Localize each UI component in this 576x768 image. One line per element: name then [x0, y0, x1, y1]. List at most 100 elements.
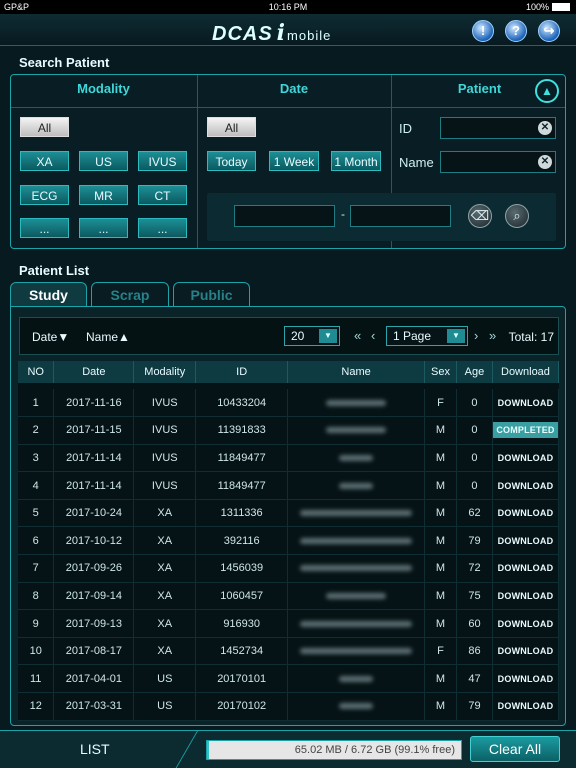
- download-button[interactable]: DOWNLOAD: [498, 591, 554, 601]
- tab-study[interactable]: Study: [10, 282, 87, 307]
- tab-public[interactable]: Public: [173, 282, 250, 307]
- list-toolbar: Date▼ Name▲ 20 ▼ « ‹ 1 Page ▼ › » Total: 1…: [19, 317, 559, 355]
- last-page-icon[interactable]: »: [489, 328, 496, 343]
- eraser-icon[interactable]: ⌫: [468, 204, 492, 228]
- download-button[interactable]: DOWNLOAD: [498, 508, 554, 518]
- column-header-modality[interactable]: Modality: [133, 361, 197, 383]
- redacted-name: [339, 454, 374, 461]
- date-today-button[interactable]: Today: [207, 151, 256, 171]
- download-button[interactable]: DOWNLOAD: [498, 646, 554, 656]
- modality-more-button[interactable]: ...: [138, 218, 187, 238]
- clear-id-icon[interactable]: ✕: [538, 121, 552, 135]
- date-1month-button[interactable]: 1 Month: [331, 151, 381, 171]
- logout-icon[interactable]: ↪: [538, 20, 560, 42]
- table-row[interactable]: 11 2017-04-01 US 20170101 M 47 DOWNLOAD: [18, 664, 560, 694]
- table-row[interactable]: 10 2017-08-17 XA 1452734 F 86 DOWNLOAD: [18, 637, 560, 666]
- redacted-name: [300, 510, 413, 517]
- modality-ct-button[interactable]: CT: [138, 185, 187, 205]
- collapse-up-icon[interactable]: ▲: [535, 79, 559, 103]
- download-button[interactable]: DOWNLOAD: [498, 563, 554, 573]
- modality-more-button[interactable]: ...: [20, 218, 69, 238]
- modality-us-button[interactable]: US: [79, 151, 128, 171]
- download-button[interactable]: DOWNLOAD: [498, 536, 554, 546]
- dcas-logo: DCAS imobile: [212, 20, 332, 46]
- column-header-date[interactable]: Date: [53, 361, 135, 383]
- download-button[interactable]: DOWNLOAD: [498, 674, 554, 684]
- modality-all-button[interactable]: All: [20, 117, 69, 137]
- sort-date-button[interactable]: Date▼: [32, 330, 69, 344]
- column-header-id[interactable]: ID: [195, 361, 289, 383]
- download-button[interactable]: DOWNLOAD: [498, 619, 554, 629]
- redacted-name: [300, 648, 413, 655]
- first-page-icon[interactable]: «: [354, 328, 361, 343]
- download-button[interactable]: DOWNLOAD: [498, 453, 554, 463]
- search-icon[interactable]: ⌕: [505, 204, 529, 228]
- download-button[interactable]: DOWNLOAD: [498, 398, 554, 408]
- date-all-button[interactable]: All: [207, 117, 256, 137]
- help-icon[interactable]: ?: [505, 20, 527, 42]
- clear-name-icon[interactable]: ✕: [538, 155, 552, 169]
- name-field[interactable]: ✕: [440, 151, 556, 173]
- table-row[interactable]: 5 2017-10-24 XA 1311336 M 62 DOWNLOAD: [18, 499, 560, 528]
- next-page-icon[interactable]: ›: [474, 328, 478, 343]
- alert-icon[interactable]: !: [472, 20, 494, 42]
- column-header-sex[interactable]: Sex: [424, 361, 457, 383]
- storage-progress: 65.02 MB / 6.72 GB (99.1% free): [206, 740, 462, 760]
- modality-xa-button[interactable]: XA: [20, 151, 69, 171]
- search-patient-title: Search Patient: [19, 55, 110, 70]
- modality-ecg-button[interactable]: ECG: [20, 185, 69, 205]
- list-label: LIST: [80, 741, 110, 757]
- prev-page-icon[interactable]: ‹: [371, 328, 375, 343]
- page-select[interactable]: 1 Page ▼: [386, 326, 468, 346]
- column-header-download[interactable]: Download: [492, 361, 560, 383]
- modality-header: Modality: [77, 81, 130, 96]
- table-row[interactable]: 9 2017-09-13 XA 916930 M 60 DOWNLOAD: [18, 609, 560, 638]
- id-field[interactable]: ✕: [440, 117, 556, 139]
- table-row[interactable]: 6 2017-10-12 XA 392116 M 79 DOWNLOAD: [18, 526, 560, 556]
- cell-date: 2017-11-15: [53, 416, 135, 445]
- cell-name: [287, 637, 426, 666]
- cell-no: 6: [18, 526, 55, 556]
- download-button[interactable]: DOWNLOAD: [498, 481, 554, 491]
- cell-id: 1456039: [195, 554, 289, 583]
- date-from-field[interactable]: [234, 205, 335, 227]
- modality-more-button[interactable]: ...: [79, 218, 128, 238]
- column-header-age[interactable]: Age: [456, 361, 493, 383]
- redacted-name: [339, 482, 374, 489]
- tab-scrap[interactable]: Scrap: [91, 282, 169, 307]
- cell-download: DOWNLOAD: [492, 499, 560, 528]
- date-to-field[interactable]: [350, 205, 451, 227]
- redacted-name: [326, 427, 387, 434]
- modality-ivus-button[interactable]: IVUS: [138, 151, 187, 171]
- table-row[interactable]: 3 2017-11-14 IVUS 11849477 M 0 DOWNLOAD: [18, 444, 560, 473]
- cell-date: 2017-09-13: [53, 609, 135, 638]
- app-header: DCAS imobile ! ? ↪: [0, 14, 576, 46]
- cell-age: 0: [456, 416, 493, 445]
- cell-modality: XA: [133, 499, 197, 528]
- cell-sex: M: [424, 664, 457, 694]
- cell-sex: M: [424, 582, 457, 611]
- table-row[interactable]: 1 2017-11-16 IVUS 10433204 F 0 DOWNLOAD: [18, 389, 560, 418]
- column-header-name[interactable]: Name: [287, 361, 426, 383]
- table-row[interactable]: 2 2017-11-15 IVUS 11391833 M 0 COMPLETED: [18, 416, 560, 445]
- modality-mr-button[interactable]: MR: [79, 185, 128, 205]
- clear-all-button[interactable]: Clear All: [470, 736, 560, 762]
- column-header-no[interactable]: NO: [18, 361, 55, 383]
- table-row[interactable]: 8 2017-09-14 XA 1060457 M 75 DOWNLOAD: [18, 582, 560, 611]
- total-count: Total: 17: [508, 330, 554, 344]
- cell-date: 2017-03-31: [53, 692, 135, 721]
- cell-no: 1: [18, 389, 55, 418]
- table-row[interactable]: 4 2017-11-14 IVUS 11849477 M 0 DOWNLOAD: [18, 471, 560, 500]
- cell-sex: F: [424, 637, 457, 666]
- download-button[interactable]: DOWNLOAD: [498, 701, 554, 711]
- cell-modality: US: [133, 692, 197, 721]
- id-label: ID: [399, 121, 412, 136]
- date-1week-button[interactable]: 1 Week: [269, 151, 319, 171]
- sort-name-button[interactable]: Name▲: [86, 330, 130, 344]
- cell-download: DOWNLOAD: [492, 554, 560, 583]
- table-row[interactable]: 12 2017-03-31 US 20170102 M 79 DOWNLOAD: [18, 692, 560, 721]
- table-row[interactable]: 7 2017-09-26 XA 1456039 M 72 DOWNLOAD: [18, 554, 560, 583]
- divider: [175, 731, 198, 768]
- page-size-select[interactable]: 20 ▼: [284, 326, 340, 346]
- study-table: NO Date Modality ID Name Sex Age Downloa…: [18, 361, 560, 721]
